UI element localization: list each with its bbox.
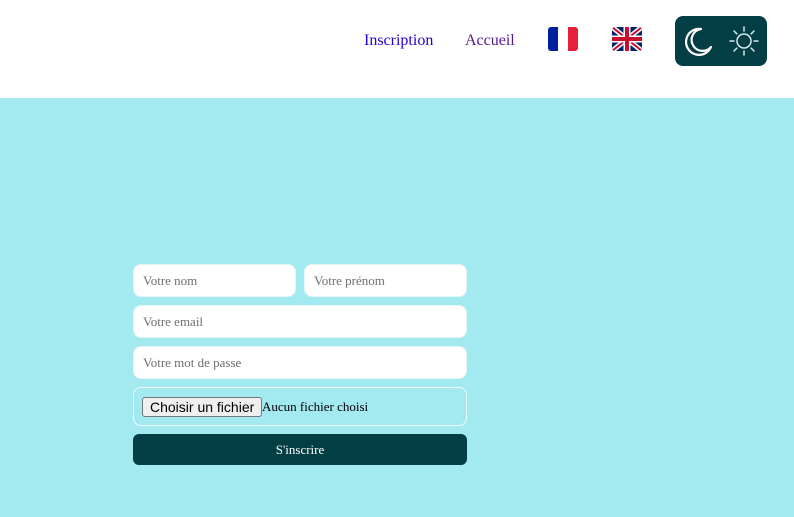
nom-input[interactable] <box>133 264 296 297</box>
file-status-text: Aucun fichier choisi <box>262 399 369 414</box>
nav-link-inscription[interactable]: Inscription <box>364 31 433 51</box>
prenom-input[interactable] <box>304 264 467 297</box>
password-input[interactable] <box>133 346 467 379</box>
choose-file-button[interactable]: Choisir un fichier <box>142 397 263 417</box>
uk-flag-icon[interactable] <box>612 27 642 51</box>
main-content: Choisir un fichier Aucun fichier choisi … <box>0 98 794 517</box>
header: Inscription Accueil <box>0 0 794 98</box>
sun-icon[interactable] <box>728 25 760 62</box>
email-input[interactable] <box>133 305 467 338</box>
signup-submit-button[interactable]: S'inscrire <box>133 434 467 465</box>
theme-toggle-button[interactable] <box>675 16 767 66</box>
moon-icon[interactable] <box>681 24 715 63</box>
file-upload-field: Choisir un fichier Aucun fichier choisi <box>133 387 467 426</box>
nav-link-accueil[interactable]: Accueil <box>465 31 515 51</box>
france-flag-icon[interactable] <box>548 27 578 51</box>
